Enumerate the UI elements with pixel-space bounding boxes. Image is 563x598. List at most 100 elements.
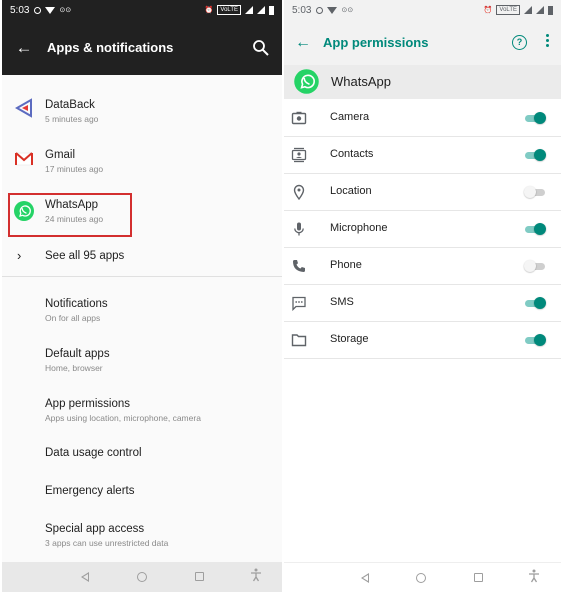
navigation-bar bbox=[2, 562, 282, 592]
status-time: 5:03 bbox=[292, 4, 312, 16]
nav-home-icon[interactable] bbox=[416, 573, 426, 583]
notification-icon bbox=[316, 6, 324, 14]
help-icon[interactable]: ? bbox=[512, 35, 527, 50]
recent-app-databack[interactable]: DataBack 5 minutes ago bbox=[2, 84, 282, 132]
nav-home-icon[interactable] bbox=[137, 572, 147, 582]
page-title: App permissions bbox=[323, 35, 429, 50]
permission-toggle[interactable] bbox=[525, 334, 546, 346]
setting-subtitle: On for all apps bbox=[45, 313, 101, 323]
app-name: WhatsApp bbox=[331, 74, 391, 89]
search-icon[interactable] bbox=[252, 39, 270, 57]
setting-special-app-access[interactable]: Special app access 3 apps can use unrest… bbox=[45, 523, 274, 548]
page-title: Apps & notifications bbox=[47, 40, 174, 55]
battery-icon bbox=[548, 5, 553, 15]
databack-icon bbox=[13, 97, 35, 119]
recent-app-gmail[interactable]: Gmail 17 minutes ago bbox=[2, 134, 282, 182]
signal-icon bbox=[245, 6, 253, 14]
setting-title: Default apps bbox=[45, 348, 110, 360]
permission-row-storage[interactable]: Storage bbox=[284, 322, 561, 359]
app-bar: ← Apps & notifications bbox=[2, 20, 282, 75]
volte-icon: VoLTE bbox=[217, 5, 241, 15]
alarm-icon: ⏰ bbox=[204, 7, 214, 14]
see-all-label: See all 95 apps bbox=[45, 250, 125, 262]
status-bar: 5:03 ⊙⊙ ⏰ VoLTE bbox=[284, 0, 561, 20]
status-bar: 5:03 ⊙⊙ ⏰ VoLTE bbox=[2, 0, 282, 20]
gmail-icon bbox=[13, 148, 35, 170]
see-all-apps[interactable]: › See all 95 apps bbox=[2, 243, 282, 271]
permission-label: Location bbox=[330, 185, 372, 197]
more-options-icon[interactable] bbox=[546, 34, 549, 49]
highlight-box bbox=[8, 193, 132, 237]
permission-toggle[interactable] bbox=[525, 149, 546, 161]
permission-label: SMS bbox=[330, 296, 354, 308]
permission-row-phone[interactable]: Phone bbox=[284, 248, 561, 285]
nav-back-icon[interactable] bbox=[361, 573, 369, 583]
setting-subtitle: Home, browser bbox=[45, 363, 103, 373]
wifi-icon bbox=[327, 6, 338, 14]
setting-emergency-alerts[interactable]: Emergency alerts bbox=[45, 485, 274, 497]
permission-row-location[interactable]: Location bbox=[284, 174, 561, 211]
setting-title: Notifications bbox=[45, 298, 108, 310]
permission-row-camera[interactable]: Camera bbox=[284, 100, 561, 137]
battery-icon bbox=[269, 5, 274, 15]
permission-label: Phone bbox=[330, 259, 362, 271]
permission-toggle[interactable] bbox=[525, 223, 546, 235]
setting-default-apps[interactable]: Default apps Home, browser bbox=[45, 348, 274, 373]
accessibility-icon[interactable] bbox=[250, 568, 262, 585]
app-last-used: 5 minutes ago bbox=[45, 114, 99, 124]
sms-icon bbox=[291, 295, 307, 312]
accessibility-icon[interactable] bbox=[528, 569, 540, 586]
app-bar: ← App permissions ? bbox=[284, 20, 561, 65]
contacts-icon bbox=[291, 147, 307, 163]
whatsapp-icon bbox=[293, 68, 320, 95]
app-last-used: 17 minutes ago bbox=[45, 164, 104, 174]
app-name: Gmail bbox=[45, 149, 76, 161]
location-icon bbox=[291, 184, 307, 201]
setting-app-permissions[interactable]: App permissions Apps using location, mic… bbox=[45, 398, 274, 423]
notification-icon bbox=[34, 6, 42, 14]
signal-2-icon bbox=[536, 6, 544, 14]
app-permissions-screen: 5:03 ⊙⊙ ⏰ VoLTE ← App permissions ? What… bbox=[284, 0, 561, 592]
voicemail-icon: ⊙⊙ bbox=[341, 7, 354, 14]
permission-label: Microphone bbox=[330, 222, 388, 234]
phone-icon bbox=[291, 258, 307, 274]
setting-subtitle: Apps using location, microphone, camera bbox=[45, 413, 201, 423]
permission-label: Storage bbox=[330, 333, 369, 345]
nav-recents-icon[interactable] bbox=[474, 573, 483, 582]
status-time: 5:03 bbox=[10, 4, 30, 16]
voicemail-icon: ⊙⊙ bbox=[59, 7, 72, 14]
permission-row-microphone[interactable]: Microphone bbox=[284, 211, 561, 248]
permission-toggle[interactable] bbox=[525, 297, 546, 309]
permission-row-sms[interactable]: SMS bbox=[284, 285, 561, 322]
setting-title: Emergency alerts bbox=[45, 485, 135, 497]
permission-toggle[interactable] bbox=[524, 260, 545, 272]
permission-label: Contacts bbox=[330, 148, 374, 160]
setting-notifications[interactable]: Notifications On for all apps bbox=[45, 298, 274, 323]
app-header: WhatsApp bbox=[284, 65, 561, 99]
folder-icon bbox=[291, 332, 307, 348]
nav-back-icon[interactable] bbox=[81, 572, 89, 582]
app-name: DataBack bbox=[45, 99, 95, 111]
nav-recents-icon[interactable] bbox=[195, 572, 204, 581]
setting-title: App permissions bbox=[45, 398, 131, 410]
navigation-bar bbox=[284, 562, 561, 592]
setting-subtitle: 3 apps can use unrestricted data bbox=[45, 538, 169, 548]
permission-toggle[interactable] bbox=[525, 112, 546, 124]
signal-2-icon bbox=[257, 6, 265, 14]
permission-toggle[interactable] bbox=[524, 186, 545, 198]
setting-title: Data usage control bbox=[45, 447, 142, 459]
back-arrow-icon[interactable]: ← bbox=[4, 38, 44, 58]
permission-row-contacts[interactable]: Contacts bbox=[284, 137, 561, 174]
volte-icon: VoLTE bbox=[496, 5, 520, 15]
wifi-icon bbox=[45, 6, 56, 14]
back-arrow-icon[interactable]: ← bbox=[286, 34, 320, 52]
microphone-icon bbox=[291, 221, 307, 237]
apps-notifications-screen: 5:03 ⊙⊙ ⏰ VoLTE ← Apps & notifications D… bbox=[2, 0, 282, 592]
alarm-icon: ⏰ bbox=[483, 7, 493, 14]
setting-title: Special app access bbox=[45, 523, 145, 535]
divider bbox=[2, 276, 282, 277]
camera-icon bbox=[291, 110, 307, 126]
setting-data-usage-control[interactable]: Data usage control bbox=[45, 447, 274, 459]
chevron-right-icon: › bbox=[17, 248, 22, 263]
permission-label: Camera bbox=[330, 111, 370, 123]
